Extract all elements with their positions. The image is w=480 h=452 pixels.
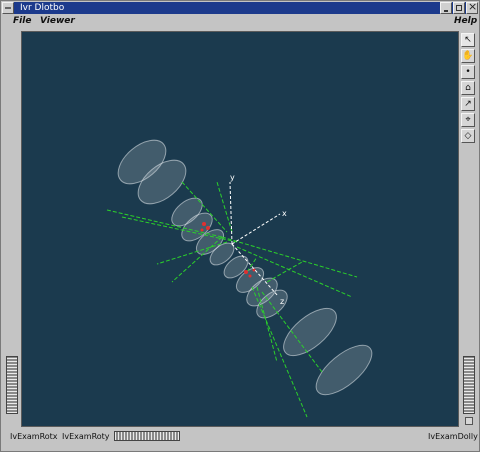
hit-point xyxy=(248,274,252,278)
roty-label: IvExamRoty xyxy=(62,432,110,441)
title-bar[interactable]: Ivr Dlotbo xyxy=(2,0,478,14)
view-all-icon[interactable]: ↗ xyxy=(461,97,475,111)
maximize-button[interactable] xyxy=(453,2,465,14)
pick-arrow-icon[interactable]: ↖ xyxy=(461,33,475,47)
hit-point xyxy=(252,268,256,272)
window-menu-button[interactable] xyxy=(2,2,14,14)
dolly-label: IvExamDolly xyxy=(428,432,478,441)
hit-point xyxy=(244,270,248,274)
roty-thumbwheel[interactable] xyxy=(114,431,180,441)
hit-point xyxy=(200,228,204,232)
perspective-icon[interactable]: ◇ xyxy=(461,129,475,143)
menu-viewer[interactable]: Viewer xyxy=(40,16,75,26)
menu-file[interactable]: File xyxy=(13,16,31,26)
dolly-thumbwheel[interactable] xyxy=(463,356,475,414)
hit-point xyxy=(206,226,210,230)
x-axis-line xyxy=(231,213,281,245)
view-hand-icon[interactable]: ✋ xyxy=(461,49,475,63)
rotx-label: IvExamRotx xyxy=(10,432,58,441)
viewer-window: Ivr Dlotbo File Viewer Help xyxy=(0,0,480,452)
x-axis-label: x xyxy=(282,209,287,218)
menu-bar: File Viewer Help xyxy=(2,15,478,29)
y-axis-label: y xyxy=(230,173,235,182)
3d-viewport[interactable]: x y z xyxy=(21,31,459,427)
set-home-icon[interactable]: ⌂ xyxy=(461,81,475,95)
menu-help[interactable]: Help xyxy=(454,16,477,26)
detector-rings xyxy=(117,139,373,396)
resize-grip[interactable] xyxy=(465,417,473,425)
viewer-toolbar: ↖ ✋ • ⌂ ↗ ⌖ ◇ xyxy=(461,33,477,145)
endcap-ring xyxy=(315,344,373,396)
track-line xyxy=(216,181,233,233)
window-title: Ivr Dlotbo xyxy=(20,3,65,13)
home-icon[interactable]: • xyxy=(461,65,475,79)
track-line xyxy=(266,261,303,283)
y-axis-line xyxy=(229,181,233,245)
rotx-thumbwheel[interactable] xyxy=(6,356,18,414)
endcap-ring xyxy=(283,307,337,357)
status-bar: IvExamRotx IvExamRoty IvExamDolly xyxy=(2,429,478,443)
z-axis-label: z xyxy=(280,297,284,306)
close-button[interactable] xyxy=(466,0,478,14)
seek-icon[interactable]: ⌖ xyxy=(461,113,475,127)
minimize-button[interactable] xyxy=(440,2,452,14)
hit-point xyxy=(202,222,206,226)
detector-scene: x y z xyxy=(106,139,373,418)
